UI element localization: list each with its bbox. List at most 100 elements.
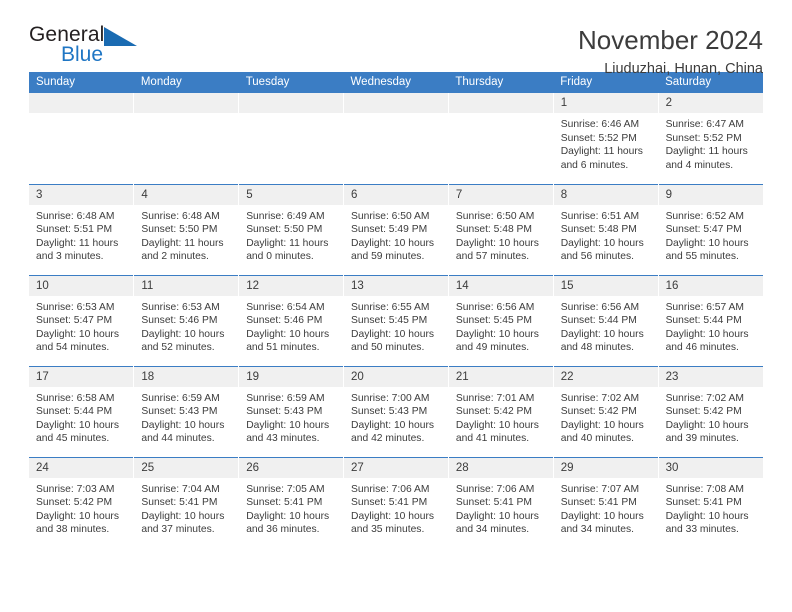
day-sun-info: Sunrise: 7:01 AM Sunset: 5:42 PM Daylight:… — [449, 387, 553, 446]
day-number: 17 — [29, 366, 134, 387]
day-sun-info: Sunrise: 6:49 AM Sunset: 5:50 PM Daylight:… — [239, 205, 343, 264]
day-info-line: and 33 minutes. — [665, 524, 739, 536]
calendar-day-cell[interactable]: 19 Sunrise: 6:59 AM Sunset: 5:43 PM Dayligh… — [238, 365, 345, 457]
calendar-day-cell[interactable]: 18 Sunrise: 6:59 AM Sunset: 5:43 PM Dayligh… — [133, 365, 240, 457]
day-sun-info: Sunrise: 7:07 AM Sunset: 5:41 PM Daylight:… — [554, 478, 658, 537]
calendar-day-cell[interactable]: 16 Sunrise: 6:57 AM Sunset: 5:44 PM Dayligh… — [658, 274, 763, 366]
calendar-day-cell[interactable]: 24 Sunrise: 7:03 AM Sunset: 5:42 PM Dayligh… — [29, 456, 135, 548]
day-info-line: Daylight: 11 hours — [560, 146, 643, 158]
weekday-header-thursday: Thursday — [448, 72, 554, 93]
day-info-line: Sunrise: 7:08 AM — [665, 483, 744, 495]
day-info-line: Sunrise: 7:00 AM — [351, 392, 430, 404]
calendar-day-cell[interactable]: 22 Sunrise: 7:02 AM Sunset: 5:42 PM Dayligh… — [553, 365, 659, 457]
day-info-line: Sunrise: 6:48 AM — [141, 210, 220, 222]
calendar-day-cell[interactable]: 30 Sunrise: 7:08 AM Sunset: 5:41 PM Dayligh… — [658, 456, 763, 548]
day-info-line: Sunrise: 6:50 AM — [455, 210, 535, 222]
day-info-line: Daylight: 10 hours — [665, 237, 749, 249]
day-info-line: Sunrise: 6:53 AM — [141, 301, 220, 313]
calendar-day-cell[interactable]: 25 Sunrise: 7:04 AM Sunset: 5:41 PM Dayligh… — [133, 456, 240, 548]
day-info-line: Sunset: 5:41 PM — [351, 497, 428, 509]
calendar-day-cell[interactable]: 10 Sunrise: 6:53 AM Sunset: 5:47 PM Dayligh… — [29, 274, 135, 366]
day-info-line: and 34 minutes. — [455, 524, 530, 536]
generalblue-logo[interactable]: General Blue — [29, 24, 145, 72]
day-number: 30 — [658, 457, 763, 478]
calendar-day-cell[interactable]: 2 Sunrise: 6:47 AM Sunset: 5:52 PM Daylight… — [658, 93, 763, 184]
day-info-line: Sunrise: 6:50 AM — [351, 210, 430, 222]
day-info-line: and 50 minutes. — [351, 342, 425, 354]
day-info-line: and 59 minutes. — [351, 251, 425, 263]
calendar-day-cell[interactable]: 8 Sunrise: 6:51 AM Sunset: 5:48 PM Daylight… — [553, 183, 659, 275]
day-info-line: Daylight: 10 hours — [141, 510, 225, 522]
day-number: 5 — [239, 184, 344, 205]
day-info-line: Daylight: 10 hours — [351, 328, 435, 340]
day-info-line: Daylight: 11 hours — [141, 237, 224, 249]
day-info-line: Sunset: 5:52 PM — [665, 132, 742, 144]
day-sun-info: Sunrise: 7:02 AM Sunset: 5:42 PM Daylight:… — [554, 387, 658, 446]
calendar-day-cell[interactable]: 5 Sunrise: 6:49 AM Sunset: 5:50 PM Daylight… — [238, 183, 345, 275]
day-info-line: Sunset: 5:44 PM — [36, 406, 113, 418]
day-number — [134, 93, 239, 113]
day-info-line: and 49 minutes. — [455, 342, 530, 354]
day-sun-info: Sunrise: 7:06 AM Sunset: 5:41 PM Daylight:… — [449, 478, 553, 537]
calendar-day-cell[interactable]: 11 Sunrise: 6:53 AM Sunset: 5:46 PM Dayligh… — [133, 274, 240, 366]
calendar-day-cell-empty — [343, 93, 449, 184]
calendar-day-cell[interactable]: 23 Sunrise: 7:02 AM Sunset: 5:42 PM Dayligh… — [658, 365, 763, 457]
day-info-line: Sunset: 5:43 PM — [351, 406, 428, 418]
calendar-day-cell[interactable]: 17 Sunrise: 6:58 AM Sunset: 5:44 PM Dayligh… — [29, 365, 135, 457]
calendar-day-cell[interactable]: 6 Sunrise: 6:50 AM Sunset: 5:49 PM Daylight… — [343, 183, 449, 275]
day-sun-info: Sunrise: 6:59 AM Sunset: 5:43 PM Daylight:… — [239, 387, 343, 446]
day-info-line: Sunrise: 6:49 AM — [246, 210, 325, 222]
calendar-day-cell[interactable]: 28 Sunrise: 7:06 AM Sunset: 5:41 PM Dayligh… — [448, 456, 554, 548]
calendar-day-cell[interactable]: 12 Sunrise: 6:54 AM Sunset: 5:46 PM Dayligh… — [238, 274, 345, 366]
day-number: 24 — [29, 457, 134, 478]
calendar-day-cell[interactable]: 13 Sunrise: 6:55 AM Sunset: 5:45 PM Dayligh… — [343, 274, 449, 366]
day-info-line: and 37 minutes. — [141, 524, 215, 536]
day-info-line: Sunset: 5:49 PM — [351, 224, 428, 236]
day-sun-info: Sunrise: 6:58 AM Sunset: 5:44 PM Daylight:… — [29, 387, 133, 446]
weekday-header-sunday: Sunday — [29, 72, 134, 93]
day-info-line: Daylight: 10 hours — [665, 419, 749, 431]
day-info-line: Sunrise: 6:58 AM — [36, 392, 115, 404]
day-info-line: Daylight: 10 hours — [455, 328, 539, 340]
calendar-day-cell[interactable]: 21 Sunrise: 7:01 AM Sunset: 5:42 PM Dayligh… — [448, 365, 554, 457]
day-info-line: Daylight: 10 hours — [36, 419, 119, 431]
day-info-line: and 52 minutes. — [141, 342, 215, 354]
day-number: 6 — [344, 184, 448, 205]
calendar-day-cell[interactable]: 15 Sunrise: 6:56 AM Sunset: 5:44 PM Dayligh… — [553, 274, 659, 366]
day-number: 19 — [239, 366, 344, 387]
calendar-day-cell[interactable]: 9 Sunrise: 6:52 AM Sunset: 5:47 PM Daylight… — [658, 183, 763, 275]
day-info-line: Sunset: 5:41 PM — [141, 497, 218, 509]
calendar-day-cell[interactable]: 7 Sunrise: 6:50 AM Sunset: 5:48 PM Daylight… — [448, 183, 554, 275]
day-sun-info: Sunrise: 7:04 AM Sunset: 5:41 PM Daylight:… — [134, 478, 238, 537]
day-sun-info: Sunrise: 6:50 AM Sunset: 5:48 PM Daylight:… — [449, 205, 553, 264]
day-info-line: Daylight: 11 hours — [246, 237, 329, 249]
day-info-line: Daylight: 10 hours — [141, 419, 225, 431]
day-info-line: Daylight: 10 hours — [141, 328, 225, 340]
calendar-day-cell[interactable]: 27 Sunrise: 7:06 AM Sunset: 5:41 PM Dayligh… — [343, 456, 449, 548]
calendar-day-cell[interactable]: 4 Sunrise: 6:48 AM Sunset: 5:50 PM Daylight… — [133, 183, 240, 275]
day-info-line: and 3 minutes. — [36, 251, 104, 263]
day-info-line: Sunset: 5:41 PM — [246, 497, 323, 509]
day-number: 29 — [553, 457, 658, 478]
day-sun-info: Sunrise: 6:56 AM Sunset: 5:45 PM Daylight:… — [449, 296, 553, 355]
day-info-line: Sunset: 5:47 PM — [36, 315, 113, 327]
calendar-day-cell[interactable]: 29 Sunrise: 7:07 AM Sunset: 5:41 PM Dayligh… — [553, 456, 659, 548]
day-info-line: and 40 minutes. — [560, 433, 634, 445]
calendar-day-cell[interactable]: 26 Sunrise: 7:05 AM Sunset: 5:41 PM Dayligh… — [238, 456, 345, 548]
day-sun-info: Sunrise: 6:53 AM Sunset: 5:47 PM Daylight:… — [29, 296, 133, 355]
calendar-day-cell[interactable]: 1 Sunrise: 6:46 AM Sunset: 5:52 PM Daylight… — [553, 93, 659, 184]
calendar-day-cell[interactable]: 20 Sunrise: 7:00 AM Sunset: 5:43 PM Dayligh… — [343, 365, 449, 457]
day-info-line: Sunset: 5:42 PM — [36, 497, 113, 509]
day-info-line: Daylight: 10 hours — [560, 510, 644, 522]
calendar-day-cell[interactable]: 14 Sunrise: 6:56 AM Sunset: 5:45 PM Dayligh… — [448, 274, 554, 366]
day-info-line: and 36 minutes. — [246, 524, 320, 536]
day-number: 14 — [448, 275, 553, 296]
day-sun-info: Sunrise: 6:51 AM Sunset: 5:48 PM Daylight:… — [554, 205, 658, 264]
day-sun-info: Sunrise: 6:56 AM Sunset: 5:44 PM Daylight:… — [554, 296, 658, 355]
calendar-week-row: 17 Sunrise: 6:58 AM Sunset: 5:44 PM Dayligh… — [29, 365, 763, 457]
day-info-line: Daylight: 10 hours — [455, 510, 539, 522]
calendar-day-cell[interactable]: 3 Sunrise: 6:48 AM Sunset: 5:51 PM Daylight… — [29, 183, 135, 275]
day-info-line: Daylight: 10 hours — [246, 510, 330, 522]
day-sun-info: Sunrise: 7:02 AM Sunset: 5:42 PM Daylight:… — [659, 387, 763, 446]
day-info-line: and 56 minutes. — [560, 251, 634, 263]
